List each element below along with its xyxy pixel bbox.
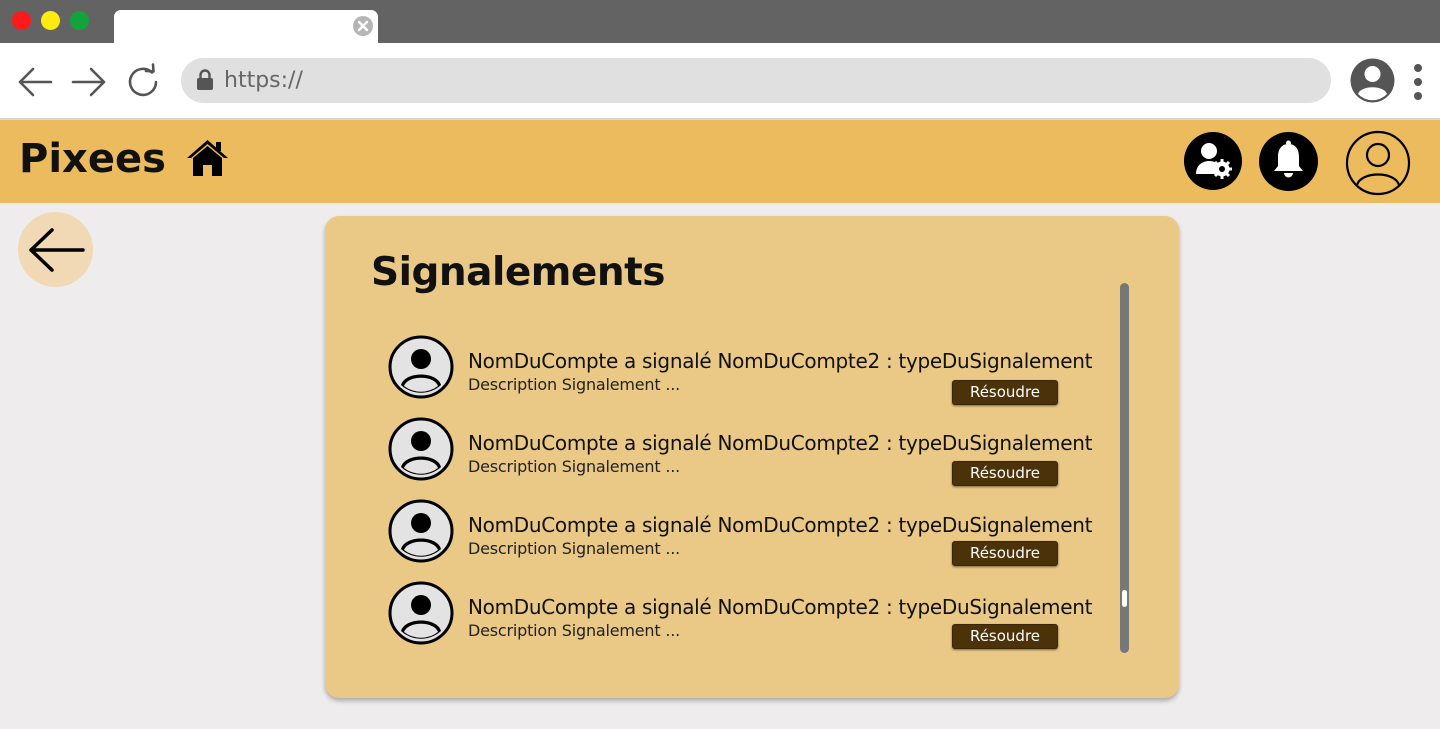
address-bar-url[interactable]: https:// — [224, 68, 303, 93]
browser-tab[interactable] — [114, 10, 378, 43]
resolve-button[interactable]: Résoudre — [952, 461, 1058, 486]
report-item: NomDuCompte a signalé NomDuCompte2 : typ… — [388, 335, 1092, 405]
resolve-button[interactable]: Résoudre — [952, 624, 1058, 649]
user-avatar-icon — [388, 335, 454, 399]
address-bar[interactable]: https:// — [181, 58, 1331, 103]
reports-card: Signalements NomDuCompte a signalé NomDu… — [325, 216, 1179, 698]
user-avatar-icon — [388, 417, 454, 481]
bell-icon — [1274, 140, 1303, 178]
report-summary: NomDuCompte a signalé NomDuCompte2 : typ… — [468, 349, 1093, 373]
user-avatar-icon — [388, 499, 454, 563]
report-description: Description Signalement ... — [468, 375, 680, 394]
report-item: NomDuCompte a signalé NomDuCompte2 : typ… — [388, 417, 1092, 486]
window-maximize-dot[interactable] — [70, 11, 89, 30]
account-icon[interactable] — [1345, 130, 1411, 196]
report-item: NomDuCompte a signalé NomDuCompte2 : typ… — [388, 581, 1092, 649]
page-title: Signalements — [371, 250, 665, 295]
app-header: Pixees — [0, 120, 1440, 203]
browser-profile-icon[interactable] — [1350, 58, 1395, 103]
back-button[interactable] — [18, 212, 93, 287]
window-minimize-dot[interactable] — [41, 11, 60, 30]
report-summary: NomDuCompte a signalé NomDuCompte2 : typ… — [468, 431, 1093, 455]
report-description: Description Signalement ... — [468, 621, 680, 640]
admin-settings-icon — [1196, 143, 1232, 179]
kebab-menu-icon[interactable] — [1411, 63, 1425, 101]
forward-arrow-icon[interactable] — [70, 63, 108, 101]
browser-navbar: https:// — [0, 43, 1440, 120]
window-close-dot[interactable] — [12, 11, 31, 30]
scrollbar[interactable] — [1120, 283, 1129, 653]
report-description: Description Signalement ... — [468, 539, 680, 558]
admin-settings-button[interactable] — [1184, 132, 1242, 190]
resolve-button[interactable]: Résoudre — [952, 541, 1058, 566]
reload-icon[interactable] — [124, 63, 162, 101]
report-description: Description Signalement ... — [468, 457, 680, 476]
lock-icon — [197, 69, 213, 90]
browser-titlebar — [0, 0, 1440, 43]
resolve-button[interactable]: Résoudre — [952, 380, 1058, 405]
notifications-button[interactable] — [1259, 132, 1318, 191]
report-summary: NomDuCompte a signalé NomDuCompte2 : typ… — [468, 513, 1093, 537]
brand-logo[interactable]: Pixees — [19, 136, 166, 182]
back-arrow-icon[interactable] — [16, 63, 54, 101]
user-avatar-icon — [388, 581, 454, 645]
back-icon — [29, 228, 85, 272]
home-icon[interactable] — [186, 138, 229, 178]
report-summary: NomDuCompte a signalé NomDuCompte2 : typ… — [468, 595, 1093, 619]
report-item: NomDuCompte a signalé NomDuCompte2 : typ… — [388, 499, 1092, 566]
scrollbar-thumb[interactable] — [1122, 590, 1127, 607]
tab-close-icon[interactable] — [352, 15, 374, 37]
